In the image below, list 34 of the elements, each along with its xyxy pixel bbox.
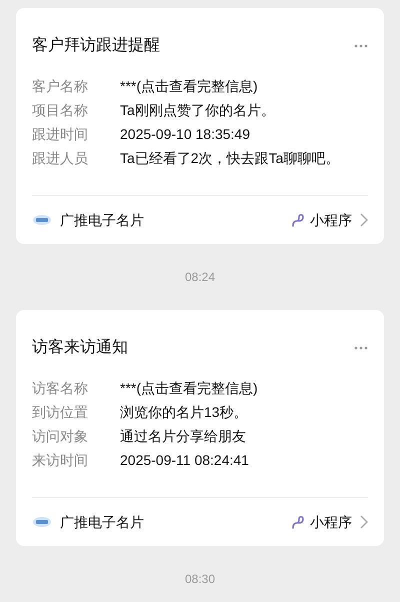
field-value: Ta已经看了2次，快去跟Ta聊聊吧。	[120, 149, 340, 168]
field-label: 到访位置	[32, 403, 89, 422]
field-value: 通过名片分享给朋友	[120, 427, 246, 446]
field-value: Ta刚刚点赞了你的名片。	[120, 101, 275, 120]
field-label: 客户名称	[32, 77, 89, 96]
field-label: 跟进时间	[32, 125, 89, 144]
source-name: 广推电子名片	[60, 512, 144, 532]
mini-program-link[interactable]: 小程序	[290, 210, 368, 230]
timestamp: 08:24	[184, 269, 216, 286]
card-title: 访客来访通知	[32, 338, 128, 358]
message-card[interactable]: 客户拜访跟进提醒 客户名称 ***(点击查看完整信息) 项目名称 Ta刚刚点赞了你的名片。 跟进时间 2025-09-10 18:35:49 跟进人员 Ta已经看了2次，快去跟Ta聊聊吧。 广推电子名片 小程序	[16, 8, 384, 244]
mini-program-link[interactable]: 小程序	[290, 512, 368, 532]
chevron-right-icon	[360, 515, 368, 529]
field-value: 浏览你的名片13秒。	[120, 403, 248, 422]
chevron-right-icon	[360, 213, 368, 227]
field-label: 跟进人员	[32, 149, 89, 168]
link-icon	[290, 514, 306, 530]
field-value: 2025-09-11 08:24:41	[120, 451, 249, 470]
field-label: 访客名称	[32, 379, 89, 398]
more-icon[interactable]	[354, 44, 368, 48]
message-card[interactable]: 访客来访通知 访客名称 ***(点击查看完整信息) 到访位置 浏览你的名片13秒。 访问对象 通过名片分享给朋友 来访时间 2025-09-11 08:24:41 广推电子名片 小程序	[16, 310, 384, 546]
field-value: ***(点击查看完整信息)	[120, 77, 258, 96]
source-name: 广推电子名片	[60, 210, 144, 230]
card-title: 客户拜访跟进提醒	[32, 36, 160, 56]
field-value: ***(点击查看完整信息)	[120, 379, 258, 398]
logo-icon	[32, 214, 52, 226]
more-icon[interactable]	[354, 346, 368, 350]
link-icon	[290, 212, 306, 228]
field-label: 项目名称	[32, 101, 89, 120]
field-label: 来访时间	[32, 451, 89, 470]
field-label: 访问对象	[32, 427, 89, 446]
timestamp: 08:30	[184, 571, 216, 588]
field-value: 2025-09-10 18:35:49	[120, 125, 250, 144]
logo-icon	[32, 516, 52, 528]
